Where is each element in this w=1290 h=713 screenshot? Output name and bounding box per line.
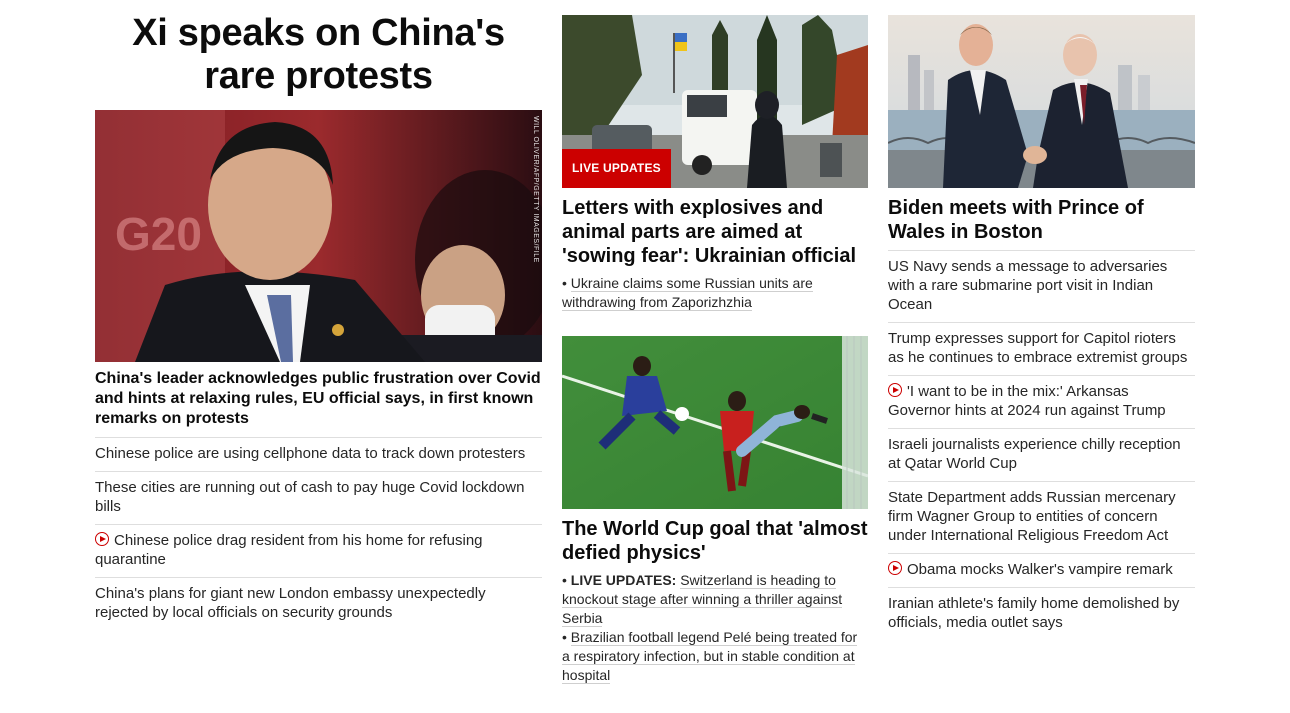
- video-play-icon: [888, 561, 902, 575]
- world-cup-story-title[interactable]: The World Cup goal that 'almost defied p…: [562, 517, 868, 565]
- list-item[interactable]: Israeli journalists experience chilly re…: [888, 428, 1195, 481]
- list-item-text: US Navy sends a message to adversaries w…: [888, 258, 1168, 313]
- list-item-text: Trump expresses support for Capitol riot…: [888, 330, 1188, 366]
- xi-jinping-image: G20: [95, 110, 542, 362]
- biden-prince-photo[interactable]: [888, 15, 1195, 188]
- list-item[interactable]: Trump expresses support for Capitol riot…: [888, 322, 1195, 375]
- related-stories-list: Chinese police are using cellphone data …: [95, 437, 542, 630]
- right-column: Biden meets with Prince of Wales in Bost…: [888, 0, 1195, 640]
- bullet-text: Brazilian football legend Pelé being tre…: [562, 629, 858, 684]
- list-item-text: These cities are running out of cash to …: [95, 479, 525, 515]
- svg-text:G20: G20: [115, 208, 202, 260]
- world-cup-photo[interactable]: [562, 336, 868, 509]
- lead-story-column: Xi speaks on China's rare protests G20 W…: [95, 0, 542, 630]
- video-play-icon: [95, 532, 109, 546]
- list-item-text: Chinese police drag resident from his ho…: [95, 532, 483, 568]
- list-item-text: 'I want to be in the mix:' Arkansas Gove…: [888, 383, 1166, 419]
- live-updates-label: LIVE UPDATES:: [570, 572, 677, 588]
- bullet-item[interactable]: • LIVE UPDATES: Switzerland is heading t…: [562, 571, 868, 628]
- biden-story-title[interactable]: Biden meets with Prince of Wales in Bost…: [888, 196, 1195, 244]
- ukraine-embassy-photo[interactable]: LIVE UPDATES: [562, 15, 868, 188]
- list-item-text: State Department adds Russian mercenary …: [888, 489, 1176, 544]
- list-item[interactable]: State Department adds Russian mercenary …: [888, 481, 1195, 553]
- ukraine-story-title[interactable]: Letters with explosives and animal parts…: [562, 196, 868, 268]
- list-item[interactable]: Obama mocks Walker's vampire remark: [888, 553, 1195, 587]
- bullet-item[interactable]: • Brazilian football legend Pelé being t…: [562, 628, 868, 685]
- world-cup-goal-image: [562, 336, 868, 509]
- middle-column: LIVE UPDATES Letters with explosives and…: [562, 0, 868, 685]
- photo-credit: WILL OLIVER/AFP/GETTY IMAGES/FILE: [532, 116, 539, 263]
- list-item[interactable]: China's plans for giant new London embas…: [95, 577, 542, 630]
- list-item-text: Israeli journalists experience chilly re…: [888, 436, 1181, 472]
- live-updates-badge: LIVE UPDATES: [562, 149, 671, 188]
- xi-jinping-photo[interactable]: G20 WILL OLIVER/AFP/GETTY IMAGES/FILE: [95, 110, 542, 362]
- bullet-item[interactable]: • Ukraine claims some Russian units are …: [562, 274, 868, 312]
- video-play-icon: [888, 383, 902, 397]
- lead-story-title[interactable]: China's leader acknowledges public frust…: [95, 369, 542, 429]
- list-item-text: China's plans for giant new London embas…: [95, 585, 486, 621]
- world-cup-bullets: • LIVE UPDATES: Switzerland is heading t…: [562, 571, 868, 685]
- list-item[interactable]: Iranian athlete's family home demolished…: [888, 587, 1195, 640]
- list-item[interactable]: Chinese police drag resident from his ho…: [95, 524, 542, 577]
- list-item-text: Chinese police are using cellphone data …: [95, 445, 526, 462]
- biden-prince-william-image: [888, 15, 1195, 188]
- list-item-text: Obama mocks Walker's vampire remark: [907, 561, 1173, 578]
- list-item[interactable]: Chinese police are using cellphone data …: [95, 437, 542, 471]
- lead-headline[interactable]: Xi speaks on China's rare protests: [95, 12, 542, 98]
- right-stories-list: US Navy sends a message to adversaries w…: [888, 250, 1195, 640]
- list-item[interactable]: 'I want to be in the mix:' Arkansas Gove…: [888, 375, 1195, 428]
- bullet-text: Ukraine claims some Russian units are wi…: [562, 275, 813, 311]
- list-item[interactable]: These cities are running out of cash to …: [95, 471, 542, 524]
- ukraine-bullets: • Ukraine claims some Russian units are …: [562, 274, 868, 312]
- list-item[interactable]: US Navy sends a message to adversaries w…: [888, 250, 1195, 322]
- list-item-text: Iranian athlete's family home demolished…: [888, 595, 1180, 631]
